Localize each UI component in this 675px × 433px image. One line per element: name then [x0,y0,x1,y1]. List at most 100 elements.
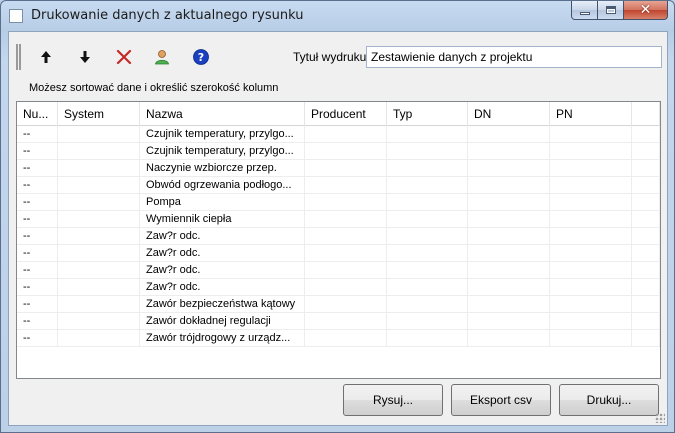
close-button[interactable]: ✕ [624,1,668,20]
dialog-window: Drukowanie danych z aktualnego rysunku ✕ [0,0,675,433]
table-cell [305,313,387,330]
toolbar-grip[interactable] [16,44,21,70]
table-cell [632,228,660,245]
user-button[interactable] [151,46,173,68]
column-header[interactable]: Typ [387,102,468,126]
table-cell [387,296,468,313]
table-cell: Zaw?r odc. [140,262,305,279]
column-header[interactable]: PN [550,102,632,126]
table-row[interactable]: -- Wymiennik ciepła [17,211,660,228]
table-row[interactable]: -- Zawór bezpieczeństwa kątowy [17,296,660,313]
table-row[interactable]: -- Zawór dokładnej regulacji [17,313,660,330]
table-row[interactable]: -- Zaw?r odc. [17,245,660,262]
arrow-down-icon [80,51,90,63]
window-title: Drukowanie danych z aktualnego rysunku [31,8,304,23]
table-row[interactable]: -- Zawór trójdrogowy z urządz... [17,330,660,347]
title-bar[interactable]: Drukowanie danych z aktualnego rysunku ✕ [1,1,674,31]
table-cell [550,228,632,245]
data-table[interactable]: Nu... System Nazwa Producent Typ DN PN -- Czujn… [16,101,661,379]
column-header[interactable] [632,102,660,126]
table-cell: -- [17,330,58,347]
table-cell [632,245,660,262]
sort-hint-text: Możesz sortować dane i określić szerokoś… [29,82,279,94]
table-cell [305,245,387,262]
table-cell: Pompa [140,194,305,211]
help-icon: ? [193,49,209,65]
table-cell [468,126,550,143]
minimize-button[interactable] [571,1,598,20]
table-cell [468,228,550,245]
table-cell: -- [17,279,58,296]
table-cell: -- [17,211,58,228]
column-header[interactable]: System [58,102,140,126]
table-cell [632,177,660,194]
table-cell [305,177,387,194]
table-cell [632,296,660,313]
table-cell [387,160,468,177]
table-cell: Obwód ogrzewania podłogo... [140,177,305,194]
delete-button[interactable] [113,46,135,68]
table-cell [58,262,140,279]
table-cell [550,279,632,296]
table-row[interactable]: -- Obwód ogrzewania podłogo... [17,177,660,194]
table-cell: Zaw?r odc. [140,228,305,245]
table-row[interactable]: -- Zaw?r odc. [17,228,660,245]
table-cell [305,228,387,245]
table-cell [632,160,660,177]
table-cell: -- [17,160,58,177]
table-cell [58,194,140,211]
column-header[interactable]: Producent [305,102,387,126]
table-cell [387,194,468,211]
table-cell [468,296,550,313]
table-cell [58,211,140,228]
minimize-icon [579,12,590,15]
table-row[interactable]: -- Zaw?r odc. [17,279,660,296]
draw-button[interactable]: Rysuj... [343,384,443,416]
close-icon: ✕ [639,2,652,18]
table-row[interactable]: -- Czujnik temperatury, przylgo... [17,126,660,143]
table-cell [387,330,468,347]
delete-x-icon [116,49,132,65]
table-row[interactable]: -- Pompa [17,194,660,211]
table-cell [550,160,632,177]
table-row[interactable]: -- Zaw?r odc. [17,262,660,279]
table-cell [550,194,632,211]
table-cell: -- [17,126,58,143]
table-cell [468,160,550,177]
table-cell [58,126,140,143]
table-cell [387,262,468,279]
table-cell: Naczynie wzbiorcze przep. [140,160,305,177]
table-cell [58,279,140,296]
resize-grip[interactable] [655,413,665,423]
column-header[interactable]: Nu... [17,102,58,126]
table-cell [468,211,550,228]
table-cell: -- [17,313,58,330]
help-button[interactable]: ? [190,46,212,68]
table-cell: -- [17,296,58,313]
table-cell [468,313,550,330]
table-cell [387,313,468,330]
move-down-button[interactable] [74,46,96,68]
maximize-icon [605,6,616,14]
table-cell [305,211,387,228]
table-cell [632,194,660,211]
table-cell [550,143,632,160]
table-row[interactable]: -- Czujnik temperatury, przylgo... [17,143,660,160]
table-header: Nu... System Nazwa Producent Typ DN PN [17,102,660,126]
maximize-button[interactable] [598,1,624,20]
table-cell: -- [17,177,58,194]
table-cell [58,296,140,313]
column-header[interactable]: DN [468,102,550,126]
print-button[interactable]: Drukuj... [559,384,659,416]
export-csv-button[interactable]: Eksport csv [451,384,551,416]
column-header[interactable]: Nazwa [140,102,305,126]
move-up-button[interactable] [35,46,57,68]
app-icon [9,9,23,23]
table-cell: Zawór bezpieczeństwa kątowy [140,296,305,313]
table-cell [550,313,632,330]
table-body: -- Czujnik temperatury, przylgo... -- Czujn… [17,126,660,347]
print-title-input[interactable] [366,46,662,68]
table-cell [550,211,632,228]
table-row[interactable]: -- Naczynie wzbiorcze przep. [17,160,660,177]
table-cell: Zawór dokładnej regulacji [140,313,305,330]
